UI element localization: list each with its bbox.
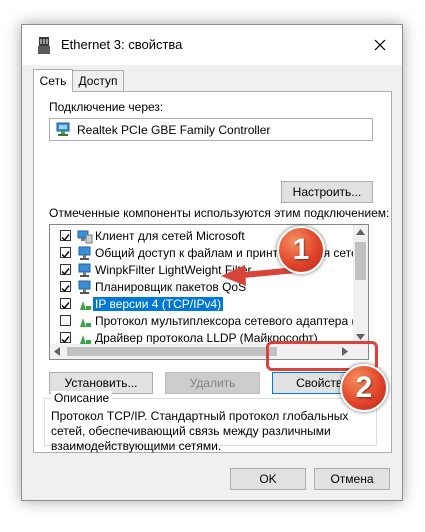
checkmark-icon xyxy=(61,268,70,276)
list-item[interactable]: Протокол мультиплексора сетевого адаптер… xyxy=(50,313,368,330)
scroll-left-icon[interactable] xyxy=(54,347,60,356)
remove-button-label: Удалить xyxy=(189,376,236,390)
network-service-icon xyxy=(78,280,91,294)
list-item-label: IP версии 4 (TCP/IPv4) xyxy=(93,297,224,311)
remove-button[interactable]: Удалить xyxy=(165,372,260,394)
connect-using-label: Подключение через: xyxy=(49,100,164,114)
close-icon xyxy=(374,39,386,51)
tab-network[interactable]: Сеть xyxy=(33,69,73,92)
vertical-scrollbar[interactable] xyxy=(353,225,368,359)
list-item-label: Клиент для сетей Microsoft xyxy=(95,229,245,243)
checkmark-icon xyxy=(61,302,70,310)
checkmark-icon xyxy=(61,251,70,259)
configure-button-label: Настроить... xyxy=(292,185,362,199)
protocol-icon xyxy=(80,318,91,327)
checkbox-lldp[interactable] xyxy=(60,332,71,344)
tab-network-label: Сеть xyxy=(39,74,67,88)
annotation-badge-2: 2 xyxy=(340,364,388,412)
close-button[interactable] xyxy=(358,25,402,65)
adapter-name: Realtek PCIe GBE Family Controller xyxy=(77,123,271,137)
network-tab-panel: Подключение через: Realtek PCIe GBE Fami… xyxy=(33,91,392,453)
checkbox-winpkfilter[interactable] xyxy=(60,264,71,276)
network-service-icon xyxy=(78,246,91,260)
scroll-down-icon[interactable] xyxy=(356,334,365,340)
cancel-button-label: Отмена xyxy=(330,472,374,486)
window-title: Ethernet 3: свойства xyxy=(61,37,183,52)
checkbox-client[interactable] xyxy=(60,230,71,242)
network-adapter-icon xyxy=(56,122,70,136)
description-text: Протокол TCP/IP. Стандартный протокол гл… xyxy=(51,409,349,453)
configure-button[interactable]: Настроить... xyxy=(281,181,373,203)
network-adapter-icon xyxy=(38,37,50,54)
vertical-scroll-thumb[interactable] xyxy=(355,242,366,280)
tab-sharing[interactable]: Доступ xyxy=(72,70,124,91)
description-title: Описание xyxy=(51,391,113,405)
cancel-button[interactable]: Отмена xyxy=(314,468,390,490)
network-client-icon xyxy=(77,230,93,244)
network-service-icon xyxy=(78,263,91,277)
scroll-up-icon[interactable] xyxy=(356,229,365,235)
annotation-badge-1: 1 xyxy=(277,226,325,274)
title-bar: Ethernet 3: свойства xyxy=(22,25,402,65)
adapter-field: Realtek PCIe GBE Family Controller xyxy=(49,118,373,141)
checkbox-file-sharing[interactable] xyxy=(60,247,71,259)
list-item-label: Протокол мультиплексора сетевого адаптер… xyxy=(95,314,369,328)
list-item-selected[interactable]: IP версии 4 (TCP/IPv4) xyxy=(50,296,355,313)
checkmark-icon xyxy=(61,234,70,242)
checkmark-icon xyxy=(61,285,70,293)
tab-sharing-label: Доступ xyxy=(78,74,118,88)
ok-button-label: OK xyxy=(259,472,277,486)
protocol-icon xyxy=(80,301,91,310)
checkbox-ipv4[interactable] xyxy=(60,298,71,310)
checkbox-multiplexor[interactable] xyxy=(60,315,71,326)
components-label: Отмеченные компоненты используются этим … xyxy=(49,206,390,220)
install-button-label: Установить... xyxy=(64,376,138,390)
properties-dialog: Ethernet 3: свойства Сеть Доступ Подключ… xyxy=(21,24,403,501)
checkmark-icon xyxy=(61,336,70,344)
horizontal-scroll-thumb[interactable] xyxy=(67,347,277,356)
checkbox-qos[interactable] xyxy=(60,281,71,293)
ok-button[interactable]: OK xyxy=(230,468,306,490)
